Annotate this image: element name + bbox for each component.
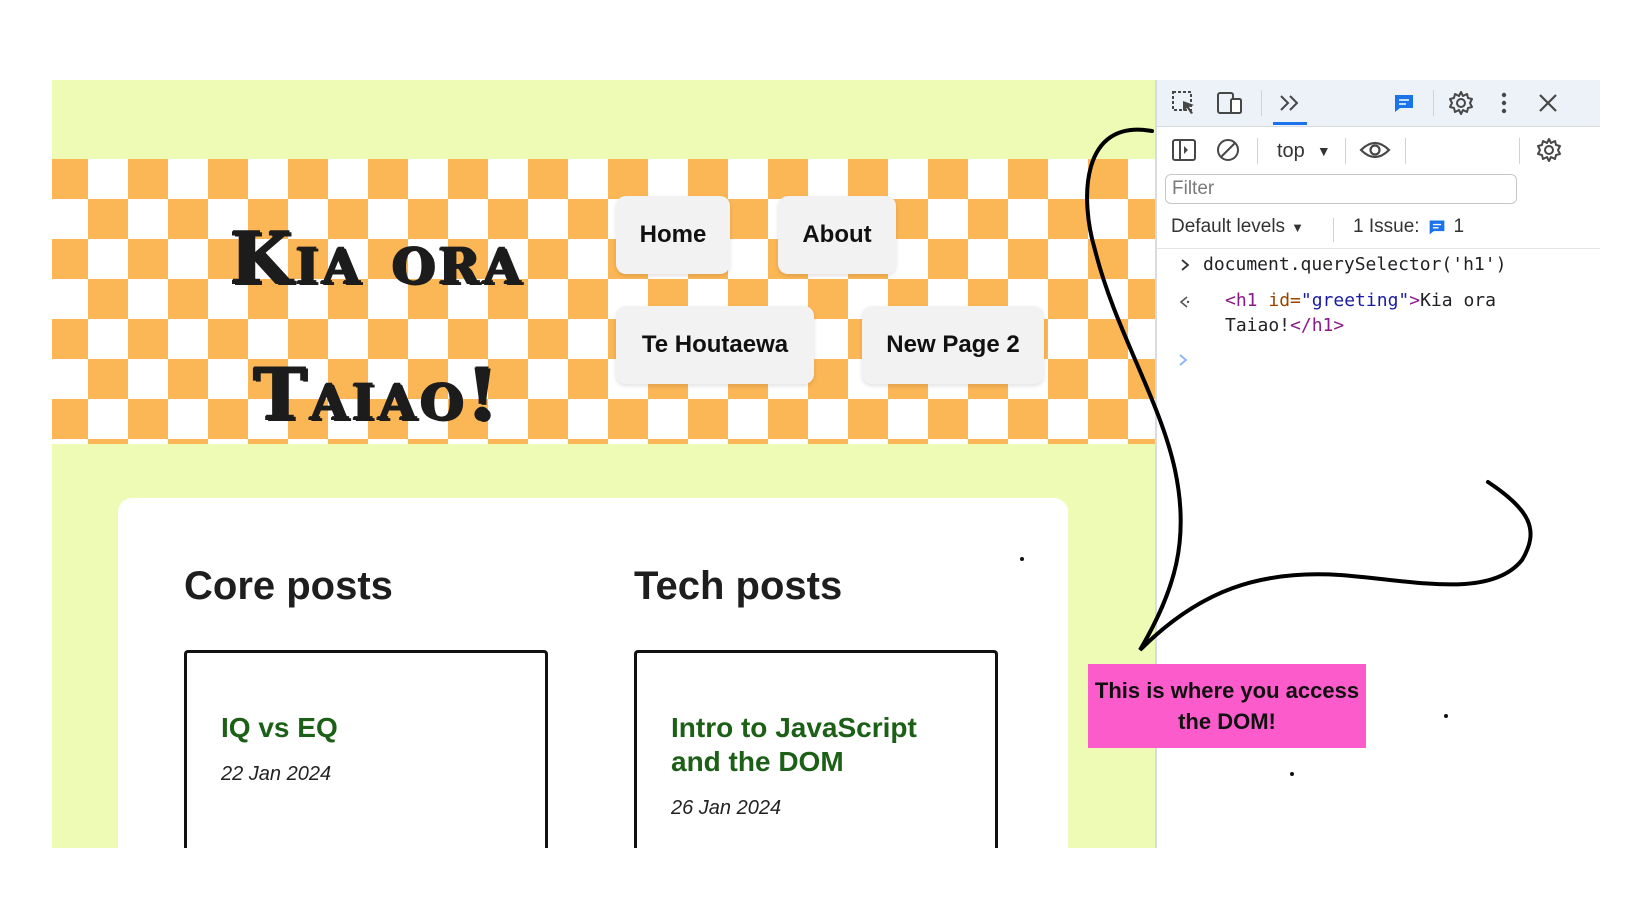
core-posts-heading: Core posts bbox=[184, 564, 393, 608]
sidebar-icon[interactable] bbox=[1169, 134, 1199, 166]
nav-home-button[interactable]: Home bbox=[616, 196, 730, 274]
issues-icon bbox=[1429, 220, 1444, 235]
console-settings-icon[interactable] bbox=[1533, 134, 1565, 166]
nav-te-houtaewa-button[interactable]: Te Houtaewa bbox=[616, 306, 814, 384]
speck bbox=[1290, 772, 1294, 776]
console-input-line[interactable]: document.querySelector('h1') bbox=[1203, 252, 1506, 278]
settings-icon[interactable] bbox=[1445, 87, 1477, 119]
active-tab-indicator bbox=[1273, 122, 1307, 125]
input-prompt-icon bbox=[1177, 255, 1193, 275]
speck bbox=[1020, 557, 1024, 561]
nav-new-page-2-button[interactable]: New Page 2 bbox=[862, 306, 1044, 384]
output-attr-value: "greeting" bbox=[1300, 290, 1410, 311]
post-title[interactable]: Intro to JavaScript and the DOM bbox=[671, 711, 965, 779]
close-icon[interactable] bbox=[1533, 88, 1563, 118]
default-levels-dropdown[interactable]: Default levels ▼ bbox=[1171, 216, 1304, 238]
inspect-icon[interactable] bbox=[1169, 88, 1199, 118]
tech-posts-heading: Tech posts bbox=[634, 564, 843, 608]
post-title[interactable]: IQ vs EQ bbox=[221, 711, 515, 745]
kebab-menu-icon[interactable] bbox=[1491, 88, 1517, 118]
output-attr-name: id= bbox=[1268, 290, 1301, 311]
levels-row: Default levels ▼ 1 Issue: 1 bbox=[1157, 208, 1600, 249]
issues-counter[interactable]: 1 Issue: 1 bbox=[1353, 216, 1464, 238]
output-return-icon bbox=[1175, 292, 1193, 312]
context-select-value: top bbox=[1277, 139, 1305, 162]
website-viewport: Kia ora Taiao! Home About Te Houtaewa Ne… bbox=[52, 80, 1155, 848]
console-prompt-icon[interactable] bbox=[1175, 350, 1191, 370]
site-title: Kia ora Taiao! bbox=[229, 215, 525, 436]
post-date: 26 Jan 2024 bbox=[671, 797, 782, 819]
output-text-1: Kia ora bbox=[1420, 290, 1496, 311]
output-tag-end: </h1> bbox=[1290, 315, 1345, 336]
dropdown-arrow-icon: ▼ bbox=[1316, 143, 1331, 159]
speck bbox=[1444, 714, 1448, 718]
output-tag-close-bracket: > bbox=[1409, 290, 1421, 311]
output-tag-open: <h1 bbox=[1225, 290, 1269, 311]
issues-count: 1 bbox=[1453, 216, 1465, 237]
default-levels-label: Default levels bbox=[1171, 216, 1286, 237]
dropdown-arrow-icon: ▼ bbox=[1291, 219, 1304, 235]
console-output-line[interactable]: <h1 id="greeting">Kia ora bbox=[1225, 288, 1496, 314]
more-tabs-icon[interactable] bbox=[1275, 88, 1305, 118]
issues-icon[interactable] bbox=[1391, 90, 1417, 116]
device-toggle-icon[interactable] bbox=[1215, 88, 1245, 118]
nav-about-button[interactable]: About bbox=[778, 196, 896, 274]
post-card[interactable]: IQ vs EQ 22 Jan 2024 bbox=[184, 650, 548, 848]
devtools-tab-bar bbox=[1157, 80, 1600, 127]
issues-label: 1 Issue: bbox=[1353, 216, 1420, 237]
post-date: 22 Jan 2024 bbox=[221, 763, 332, 785]
output-text-2: Taiao! bbox=[1225, 315, 1291, 336]
annotation-label: This is where you access the DOM! bbox=[1088, 664, 1366, 748]
console-toolbar: top ▼ bbox=[1157, 128, 1600, 174]
filter-input[interactable] bbox=[1165, 174, 1517, 204]
eye-icon[interactable] bbox=[1357, 134, 1393, 166]
clear-icon[interactable] bbox=[1213, 134, 1243, 166]
posts-container: Core posts Tech posts IQ vs EQ 22 Jan 20… bbox=[118, 498, 1068, 848]
post-card[interactable]: Intro to JavaScript and the DOM 26 Jan 2… bbox=[634, 650, 998, 848]
context-select[interactable]: top ▼ bbox=[1277, 134, 1331, 168]
console-output-line-2[interactable]: Taiao!</h1> bbox=[1225, 313, 1344, 339]
